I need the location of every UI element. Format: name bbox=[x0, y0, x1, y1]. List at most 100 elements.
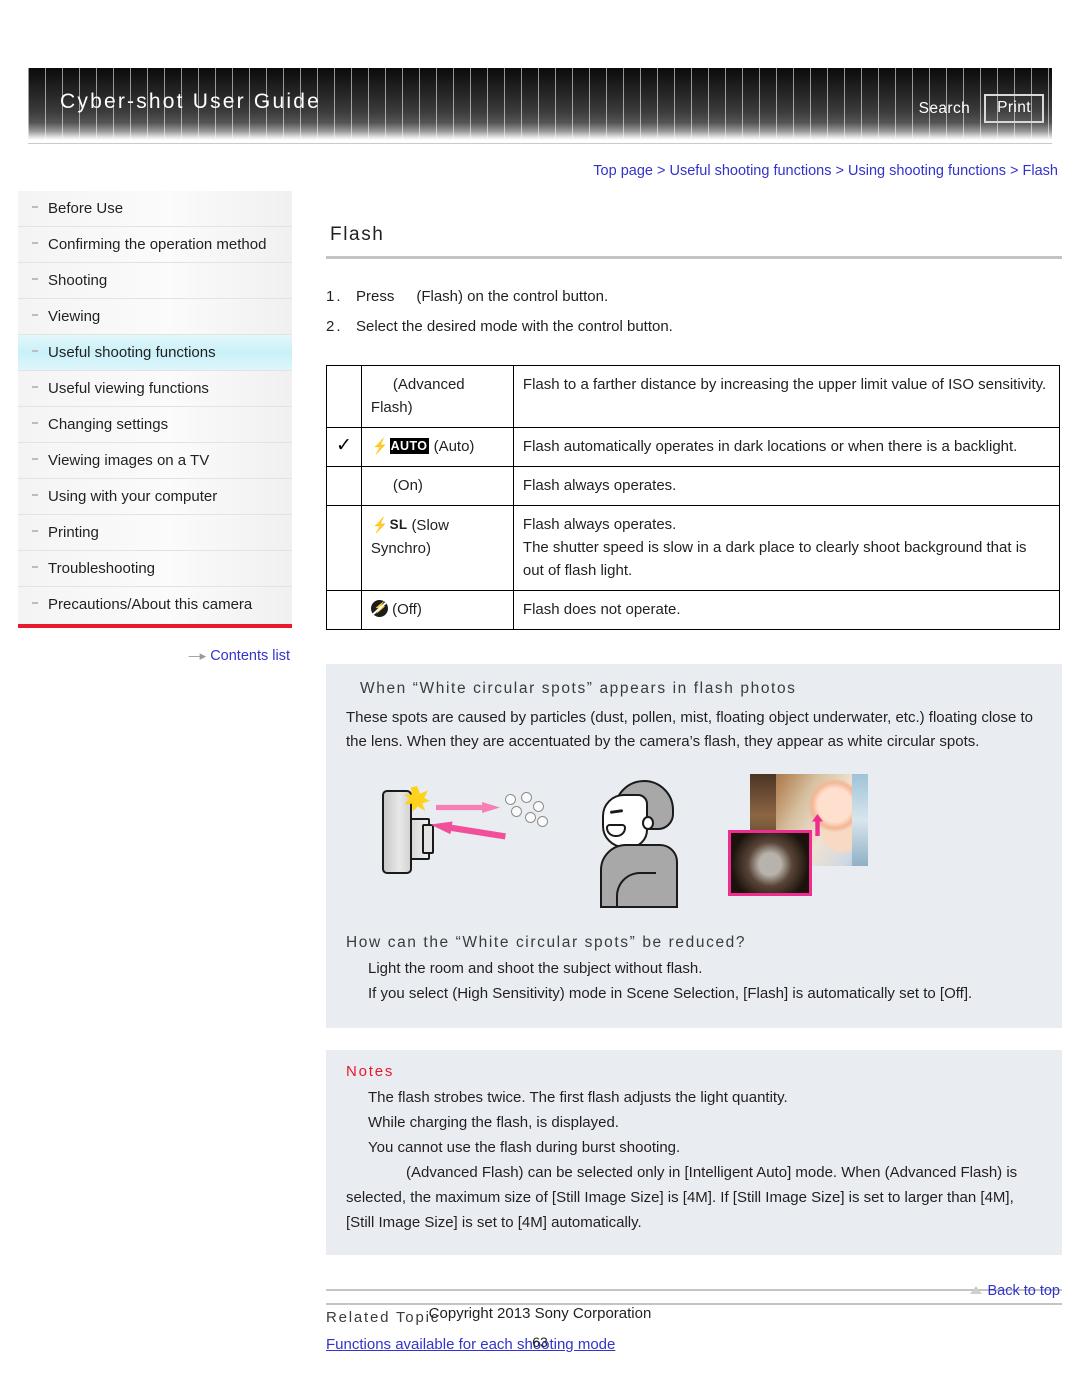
mode-description: Flash automatically operates in dark loc… bbox=[512, 427, 1061, 467]
search-link[interactable]: Search bbox=[919, 100, 971, 118]
sidebar-item-label: Troubleshooting bbox=[48, 560, 156, 577]
breadcrumb-text[interactable]: Top page > Useful shooting functions > U… bbox=[593, 163, 1058, 179]
white-spot-zoom-crop bbox=[728, 830, 812, 896]
mode-label: (Off) bbox=[392, 601, 422, 618]
table-row: (On) Flash always operates. bbox=[326, 466, 1061, 506]
step-text: Select the desired mode with the control… bbox=[356, 318, 673, 335]
bullet-dash-icon bbox=[32, 494, 38, 496]
mode-description: Flash always operates. The shutter speed… bbox=[512, 505, 1061, 591]
mode-cell[interactable]: (On) bbox=[360, 466, 514, 506]
back-to-top-link[interactable]: Back to top bbox=[970, 1283, 1060, 1299]
white-spots-illustration bbox=[360, 772, 1042, 912]
step-text-pre: Press bbox=[356, 288, 395, 305]
dust-particles-illustration bbox=[503, 792, 549, 832]
note-item: The flash strobes twice. The first flash… bbox=[368, 1089, 788, 1106]
app-title: Cyber-shot User Guide bbox=[60, 90, 321, 113]
checkmark-icon: ✓ bbox=[336, 435, 352, 456]
info-panel-heading: When “White circular spots” appears in f… bbox=[360, 680, 797, 697]
selected-check-cell bbox=[326, 466, 362, 506]
sidebar-item-viewing-images-on-a-tv[interactable]: Viewing images on a TV bbox=[18, 443, 292, 479]
flash-modes-table: (Advanced Flash) Flash to a farther dist… bbox=[326, 365, 1061, 630]
note-item: While charging the flash, is displayed. bbox=[368, 1114, 619, 1131]
notes-heading: Notes bbox=[346, 1063, 395, 1080]
sidebar-nav: Before Use Confirming the operation meth… bbox=[18, 191, 292, 628]
sidebar-item-viewing[interactable]: Viewing bbox=[18, 299, 292, 335]
breadcrumb[interactable]: Top page > Useful shooting functions > U… bbox=[593, 163, 1058, 179]
mode-cell[interactable]: (Off) bbox=[360, 590, 514, 630]
bullet-dash-icon bbox=[32, 314, 38, 316]
sidebar-item-before-use[interactable]: Before Use bbox=[18, 191, 292, 227]
arrow-right-icon: —▸ bbox=[188, 648, 206, 663]
camera-lens-inner-shape bbox=[422, 824, 434, 854]
sidebar-item-shooting[interactable]: Shooting bbox=[18, 263, 292, 299]
sidebar-item-label: Shooting bbox=[48, 272, 108, 289]
step-text-post: (Flash) on the control button. bbox=[416, 288, 609, 305]
main-content: Flash 1. Press (Flash) on the control but… bbox=[326, 224, 1062, 1354]
back-to-top-label: Back to top bbox=[987, 1283, 1060, 1299]
note-long-text: (Advanced Flash) can be selected only in… bbox=[346, 1164, 1018, 1231]
flash-bolt-icon: ⚡ bbox=[372, 438, 388, 455]
white-spots-info-panel: When “White circular spots” appears in f… bbox=[326, 664, 1062, 1028]
flash-bolt-icon: ⚡ bbox=[372, 517, 388, 534]
sidebar-item-using-with-your-computer[interactable]: Using with your computer bbox=[18, 479, 292, 515]
header-actions: Search Print bbox=[919, 94, 1044, 123]
procedure-steps: 1. Press (Flash) on the control button. 2… bbox=[326, 285, 1062, 339]
bullet-dash-icon bbox=[32, 242, 38, 244]
sidebar-item-label: Useful shooting functions bbox=[48, 344, 216, 361]
sidebar-item-useful-shooting-functions[interactable]: Useful shooting functions bbox=[18, 335, 292, 371]
info-panel-bullet: Light the room and shoot the subject wit… bbox=[368, 960, 703, 977]
mode-cell[interactable]: ⚡ SL (Slow Synchro) bbox=[360, 505, 514, 591]
page-number: 63 bbox=[532, 1334, 548, 1350]
sidebar-item-precautions-about-this-camera[interactable]: Precautions/About this camera bbox=[18, 587, 292, 622]
sidebar-item-troubleshooting[interactable]: Troubleshooting bbox=[18, 551, 292, 587]
step-number: 2. bbox=[326, 318, 343, 335]
sidebar-item-label: Viewing bbox=[48, 308, 101, 325]
header-divider bbox=[28, 143, 1052, 144]
app-header: Cyber-shot User Guide Search Print bbox=[28, 68, 1052, 140]
related-divider bbox=[326, 1289, 1062, 1291]
bullet-dash-icon bbox=[32, 530, 38, 532]
print-button[interactable]: Print bbox=[984, 94, 1044, 123]
table-row: (Off) Flash does not operate. bbox=[326, 590, 1061, 630]
mode-cell[interactable]: ⚡ AUTO (Auto) bbox=[360, 427, 514, 467]
person-illustration bbox=[592, 780, 688, 908]
table-row: ⚡ SL (Slow Synchro) Flash always operates… bbox=[326, 505, 1061, 591]
note-item: You cannot use the flash during burst sh… bbox=[368, 1139, 681, 1156]
bullet-dash-icon bbox=[32, 422, 38, 424]
info-panel-bullet: If you select (High Sensitivity) mode in… bbox=[368, 985, 973, 1002]
sidebar-item-printing[interactable]: Printing bbox=[18, 515, 292, 551]
step-item: 1. Press (Flash) on the control button. bbox=[326, 285, 1062, 309]
table-row: ✓ ⚡ AUTO (Auto) Flash automatically opera… bbox=[326, 427, 1061, 467]
info-panel-subheading: How can the “White circular spots” be re… bbox=[346, 934, 747, 951]
sidebar-item-useful-viewing-functions[interactable]: Useful viewing functions bbox=[18, 371, 292, 407]
copyright-text: Copyright 2013 Sony Corporation bbox=[428, 1305, 652, 1322]
light-out-arrow-icon bbox=[436, 802, 500, 813]
title-divider bbox=[326, 256, 1062, 259]
step-number: 1. bbox=[326, 288, 343, 305]
bullet-dash-icon bbox=[32, 350, 38, 352]
mode-label: (Auto) bbox=[433, 438, 475, 455]
notes-panel: Notes The flash strobes twice. The first… bbox=[326, 1050, 1062, 1255]
sidebar-item-label: Before Use bbox=[48, 200, 124, 217]
bullet-dash-icon bbox=[32, 458, 38, 460]
sidebar-item-label: Using with your computer bbox=[48, 488, 218, 505]
contents-list-label: Contents list bbox=[210, 648, 290, 664]
sidebar-item-label: Confirming the operation method bbox=[48, 236, 267, 253]
step-text: Press (Flash) on the control button. bbox=[356, 285, 1062, 309]
sidebar-item-label: Viewing images on a TV bbox=[48, 452, 210, 469]
mode-description: Flash does not operate. bbox=[512, 590, 1061, 630]
mode-description: Flash to a farther distance by increasin… bbox=[512, 365, 1061, 428]
sidebar-item-confirming-operation-method[interactable]: Confirming the operation method bbox=[18, 227, 292, 263]
bullet-dash-icon bbox=[32, 206, 38, 208]
selected-check-cell: ✓ bbox=[326, 427, 362, 467]
flash-slow-synchro-icon: SL bbox=[389, 517, 408, 532]
sample-photo-illustration bbox=[728, 774, 868, 910]
mode-cell[interactable]: (Advanced Flash) bbox=[360, 365, 514, 428]
info-panel-body: These spots are caused by particles (dus… bbox=[346, 709, 1034, 750]
page-title: Flash bbox=[330, 224, 385, 245]
note-item-long: (Advanced Flash) can be selected only in… bbox=[346, 1160, 1042, 1235]
contents-list-link[interactable]: —▸ Contents list bbox=[18, 648, 292, 664]
sidebar-item-changing-settings[interactable]: Changing settings bbox=[18, 407, 292, 443]
flash-auto-icon: AUTO bbox=[389, 438, 430, 454]
mode-label: (On) bbox=[392, 477, 423, 494]
